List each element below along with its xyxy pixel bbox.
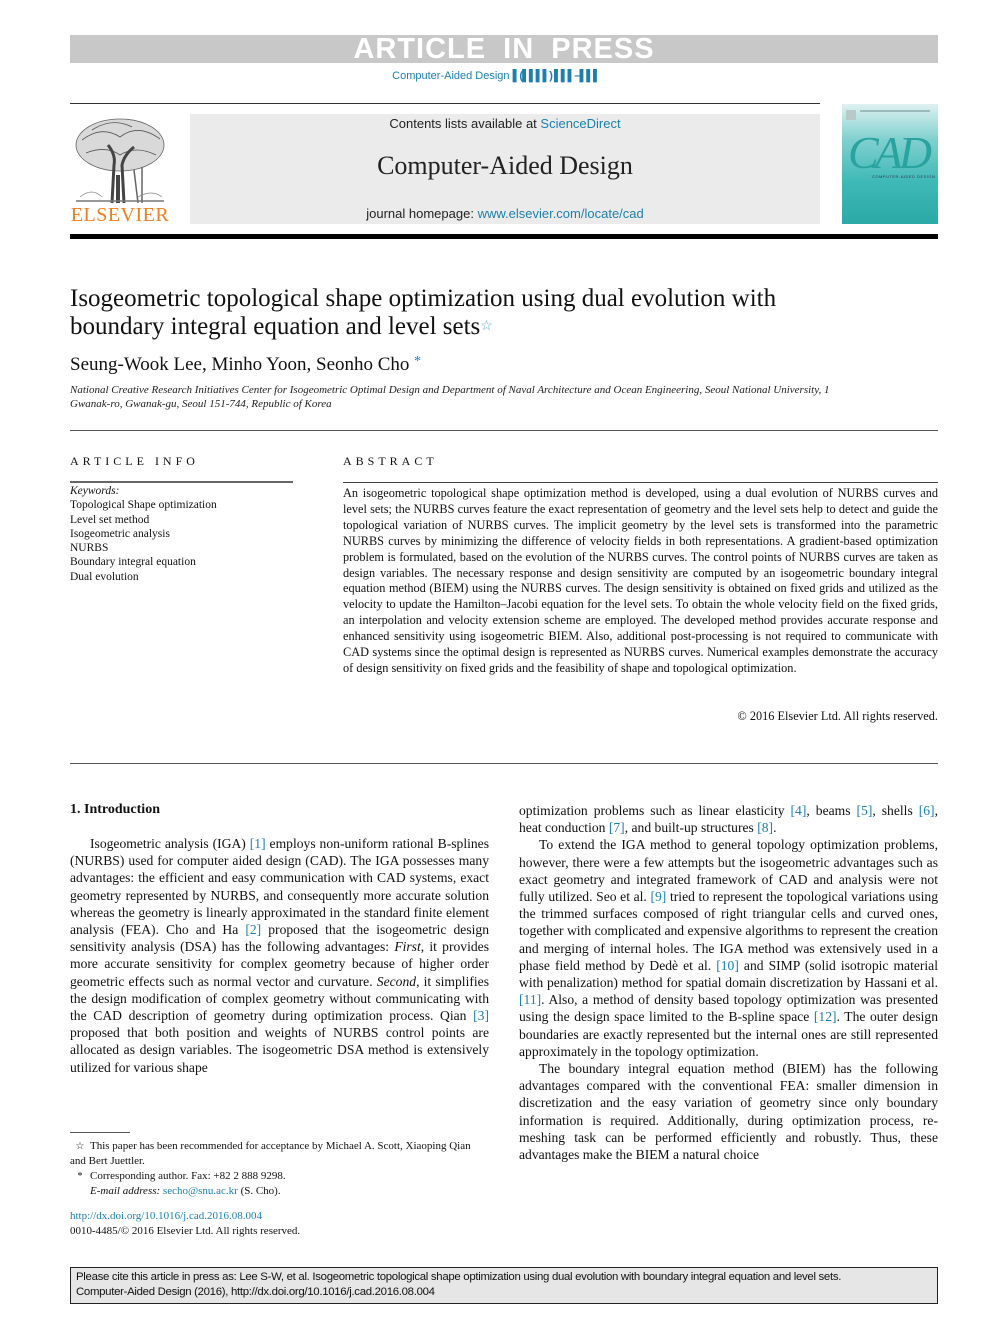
homepage-line: journal homepage: www.elsevier.com/locat… <box>190 206 820 221</box>
email-label: E-mail address: <box>90 1185 161 1197</box>
journal-reference-volume: ▌(▌▌▌▌) ▌▌▌–▌▌▌ <box>512 70 601 82</box>
journal-homepage-link[interactable]: www.elsevier.com/locate/cad <box>478 206 644 221</box>
article-title-text: Isogeometric topological shape optimizat… <box>70 285 777 340</box>
corresponding-author-mark[interactable]: * <box>414 354 421 369</box>
citation-link[interactable]: [1] <box>250 836 266 851</box>
citation-line-2: Computer-Aided Design (2016), http://dx.… <box>76 1286 435 1298</box>
section-heading-introduction: 1. Introduction <box>70 802 160 817</box>
citation-link[interactable]: [8] <box>757 820 773 835</box>
paragraph: To extend the IGA method to general topo… <box>519 837 939 1059</box>
citation-link[interactable]: [9] <box>650 889 666 904</box>
title-footnote-mark[interactable]: ☆ <box>480 319 493 334</box>
title-divider <box>70 430 938 431</box>
elsevier-wordmark: ELSEVIER <box>70 204 170 226</box>
contents-line: Contents lists available at ScienceDirec… <box>190 116 820 131</box>
footnote-email: E-mail address: secho@snu.ac.kr (S. Cho)… <box>70 1184 489 1199</box>
footnotes: ☆ This paper has been recommended for acc… <box>70 1139 489 1199</box>
cover-header-bar <box>860 110 930 112</box>
issn-copyright: 0010-4485/© 2016 Elsevier Ltd. All right… <box>70 1225 301 1237</box>
paragraph: Isogeometric analysis (IGA) [1] employs … <box>70 836 489 1075</box>
keyword-item: Topological Shape optimization <box>70 499 217 512</box>
keyword-item: Boundary integral equation <box>70 556 196 569</box>
journal-title: Computer-Aided Design <box>377 151 633 180</box>
keyword-item: Dual evolution <box>70 570 139 583</box>
abstract-text: An isogeometric topological shape optimi… <box>343 486 938 675</box>
journal-masthead: Contents lists available at ScienceDirec… <box>190 114 820 224</box>
abstract-rule <box>343 482 938 483</box>
doi-link[interactable]: http://dx.doi.org/10.1016/j.cad.2016.08.… <box>70 1209 262 1224</box>
keywords-label: Keywords: <box>70 485 120 497</box>
citation-link[interactable]: [10] <box>716 958 739 973</box>
cover-subtitle: COMPUTER-AIDED DESIGN <box>872 174 936 179</box>
footnote-acceptance: ☆ This paper has been recommended for acc… <box>70 1139 489 1169</box>
elsevier-tree-icon <box>75 118 165 204</box>
body-column-right: optimization problems such as linear ela… <box>519 802 938 1163</box>
cover-publisher-logo <box>846 110 856 120</box>
abstract-divider <box>70 763 938 764</box>
contents-prefix: Contents lists available at <box>389 116 541 131</box>
keyword-item: Level set method <box>70 513 150 526</box>
emphasis: First <box>394 939 421 955</box>
citation-link[interactable]: [3] <box>473 1008 489 1023</box>
paragraph: optimization problems such as linear ela… <box>519 803 938 836</box>
cover-title: CAD <box>848 127 932 178</box>
article-in-press-banner: ARTICLE IN PRESS <box>70 35 938 64</box>
journal-cover-image[interactable]: CAD COMPUTER-AIDED DESIGN <box>842 104 938 224</box>
citation-link[interactable]: [7] <box>609 820 625 835</box>
masthead-thick-rule <box>70 234 938 239</box>
elsevier-logo[interactable]: ELSEVIER <box>70 115 170 226</box>
email-link[interactable]: secho@snu.ac.kr <box>163 1185 238 1197</box>
affiliation: National Creative Research Initiatives C… <box>70 384 830 410</box>
keyword-item: Isogeometric analysis <box>70 527 170 540</box>
journal-reference[interactable]: Computer-Aided Design ▌(▌▌▌▌) ▌▌▌–▌▌▌ <box>0 70 992 82</box>
email-suffix: (S. Cho). <box>237 1185 281 1197</box>
paragraph: The boundary integral equation method (B… <box>519 1061 938 1163</box>
author-list: Seung-Wook Lee, Minho Yoon, Seonho Cho * <box>70 354 421 376</box>
abstract-copyright: © 2016 Elsevier Ltd. All rights reserved… <box>737 709 938 723</box>
body-column-left: Isogeometric analysis (IGA) [1] employs … <box>70 835 489 1076</box>
keywords-list: Keywords: Topological Shape optimization… <box>70 484 293 584</box>
header-divider <box>70 103 820 104</box>
keyword-item: NURBS <box>70 542 109 555</box>
emphasis: Second <box>376 973 417 989</box>
citation-link[interactable]: [2] <box>245 922 261 937</box>
footnote-acceptance-text: This paper has been recommended for acce… <box>70 1140 471 1167</box>
author-names: Seung-Wook Lee, Minho Yoon, Seonho Cho <box>70 354 410 375</box>
citation-line-1: Please cite this article in press as: Le… <box>76 1271 842 1283</box>
article-info-heading: ARTICLE INFO <box>70 454 199 468</box>
citation-link[interactable]: [11] <box>519 992 541 1007</box>
abstract-heading: ABSTRACT <box>343 454 438 468</box>
citation-link[interactable]: [5] <box>857 803 873 818</box>
sciencedirect-link[interactable]: ScienceDirect <box>540 116 620 131</box>
article-info-rule <box>70 481 293 483</box>
citation-box: Please cite this article in press as: Le… <box>70 1267 938 1304</box>
journal-reference-name[interactable]: Computer-Aided Design <box>392 70 509 82</box>
footnote-asterisk-mark: * <box>77 1171 83 1182</box>
homepage-prefix: journal homepage: <box>366 206 478 221</box>
footnote-star-mark: ☆ <box>75 1141 85 1152</box>
citation-link[interactable]: [4] <box>791 803 807 818</box>
citation-link[interactable]: [6] <box>919 803 935 818</box>
footnote-rule <box>70 1132 130 1133</box>
citation-link[interactable]: [12] <box>814 1009 837 1024</box>
article-title: Isogeometric topological shape optimizat… <box>70 285 830 341</box>
footnote-corresponding: * Corresponding author. Fax: +82 2 888 92… <box>70 1169 489 1184</box>
footnote-corresponding-text: Corresponding author. Fax: +82 2 888 929… <box>90 1170 286 1182</box>
